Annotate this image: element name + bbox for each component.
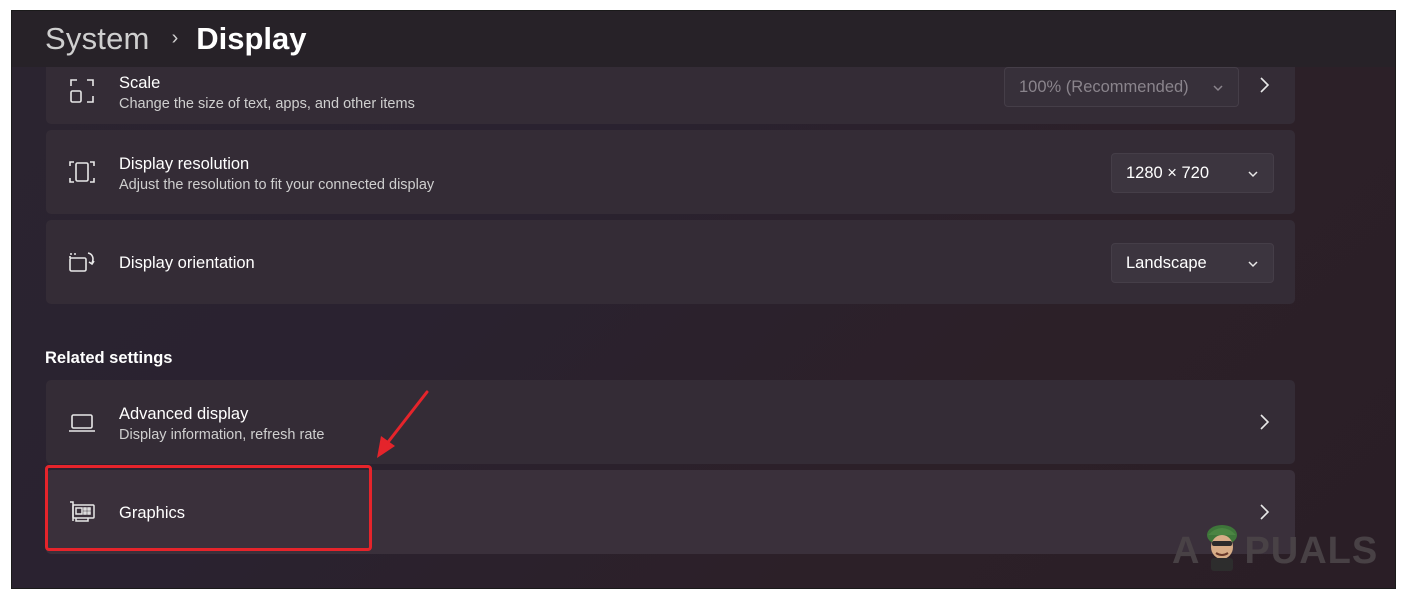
related-settings-heading: Related settings [45,349,173,367]
red-arrow-icon [377,390,429,458]
highlight-box [45,465,372,551]
page-header: System › Display [12,11,1395,67]
chevron-right-icon[interactable] [1257,413,1271,431]
orientation-title: Display orientation [119,254,255,272]
breadcrumb-separator: › [171,26,179,49]
appuals-watermark: A PUALS [1172,525,1379,576]
orientation-value: Landscape [1126,253,1207,272]
orientation-icon [68,248,96,276]
display-orientation-card[interactable]: Display orientation Landscape [46,220,1295,304]
resolution-subtitle: Adjust the resolution to fit your connec… [119,177,435,193]
resolution-value: 1280 × 720 [1126,163,1210,182]
resolution-title: Display resolution [119,155,250,173]
chevron-right-icon[interactable] [1257,76,1271,94]
breadcrumb-system[interactable]: System [45,21,150,57]
resolution-dropdown[interactable]: 1280 × 720 [1111,153,1274,193]
watermark-prefix: A [1172,529,1201,572]
scale-dropdown[interactable]: 100% (Recommended) [1004,67,1239,107]
orientation-dropdown[interactable]: Landscape [1111,243,1274,283]
advanced-display-title: Advanced display [119,405,249,423]
advanced-display-subtitle: Display information, refresh rate [119,427,325,443]
scale-icon [68,77,96,105]
mascot-icon [1202,521,1242,581]
display-resolution-card[interactable]: Display resolution Adjust the resolution… [46,130,1295,214]
page-title: Display [196,21,307,56]
settings-window: System › Display Scale Change the size o… [11,10,1396,589]
scale-title: Scale [119,74,161,92]
chevron-down-icon [1247,256,1259,275]
advanced-display-card[interactable]: Advanced display Display information, re… [46,380,1295,464]
scale-value: 100% (Recommended) [1019,77,1189,96]
chevron-down-icon [1212,80,1224,99]
chevron-down-icon [1247,166,1259,185]
laptop-icon [68,408,96,436]
scale-subtitle: Change the size of text, apps, and other… [119,96,415,112]
chevron-right-icon[interactable] [1257,503,1271,521]
watermark-suffix: PUALS [1244,529,1379,572]
resolution-icon [68,158,96,186]
